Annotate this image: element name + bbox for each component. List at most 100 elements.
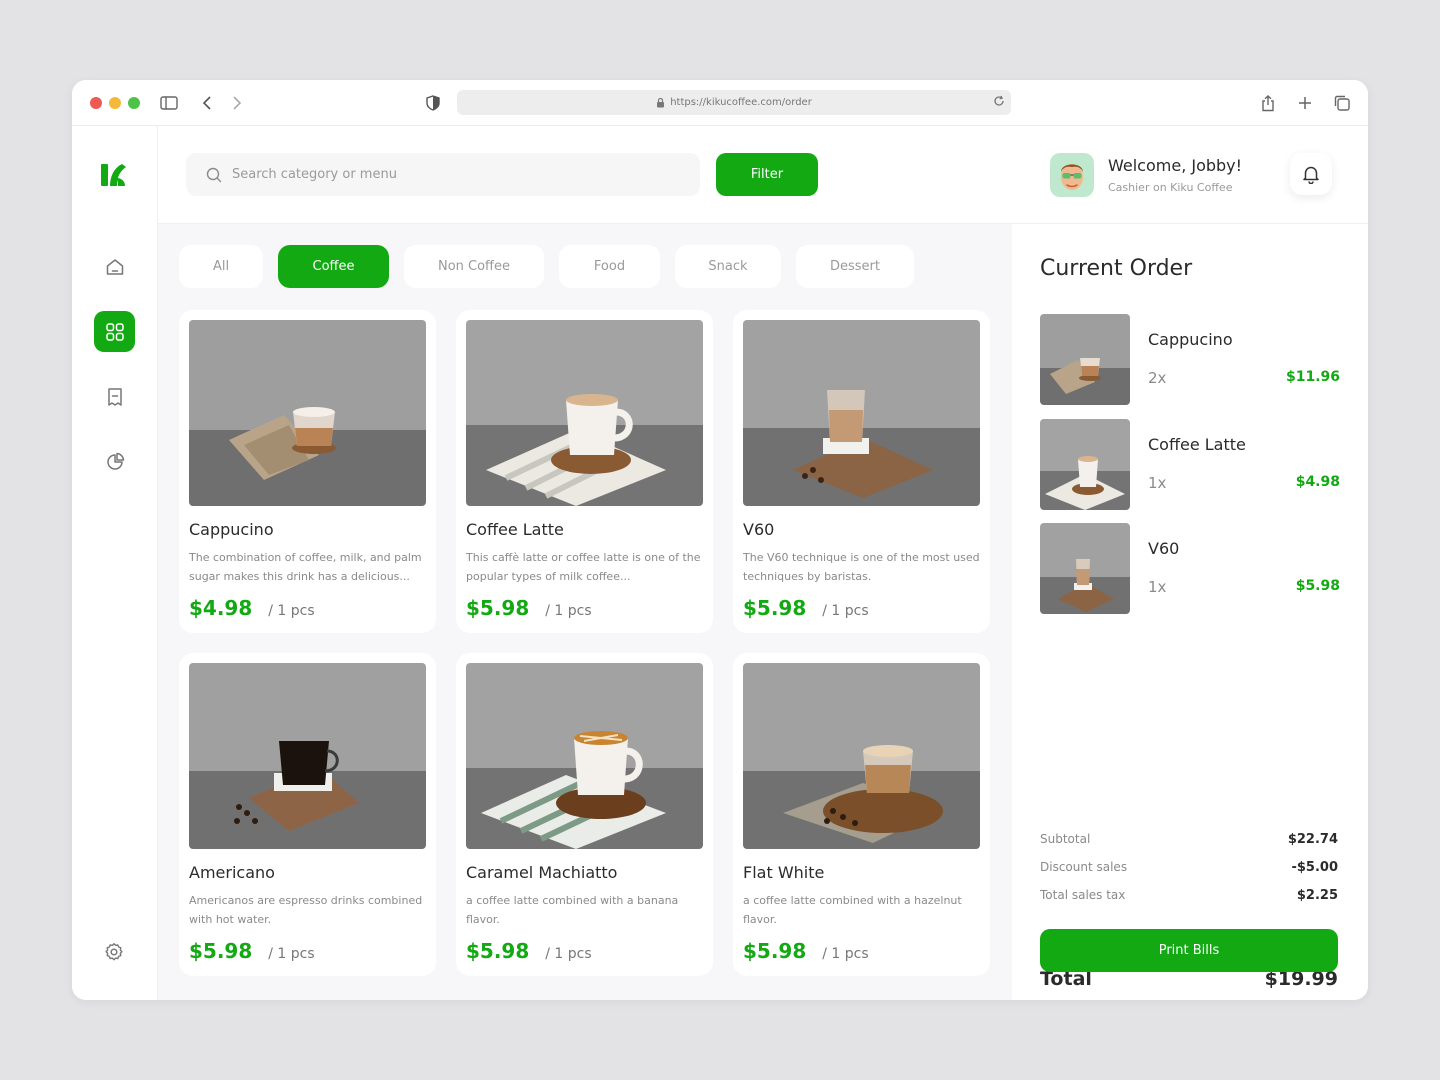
product-name: Americano bbox=[189, 863, 275, 882]
order-item[interactable]: V60 1x $5.98 bbox=[1040, 523, 1340, 615]
product-card[interactable]: Americano Americanos are espresso drinks… bbox=[179, 653, 436, 976]
nav-reports[interactable] bbox=[94, 441, 135, 482]
user-profile[interactable]: Welcome, Jobby! Cashier on Kiku Coffee bbox=[1050, 153, 1242, 197]
search-bar[interactable] bbox=[186, 153, 700, 196]
product-card[interactable]: V60 The V60 technique is one of the most… bbox=[733, 310, 990, 633]
order-item-thumbnail bbox=[1040, 419, 1130, 510]
order-item-thumbnail bbox=[1040, 523, 1130, 614]
share-icon[interactable] bbox=[1258, 93, 1278, 113]
product-card[interactable]: Flat White a coffee latte combined with … bbox=[733, 653, 990, 976]
minimize-window-button[interactable] bbox=[109, 97, 121, 109]
tab-dessert[interactable]: Dessert bbox=[796, 245, 914, 288]
product-card[interactable]: Cappucino The combination of coffee, mil… bbox=[179, 310, 436, 633]
current-order-panel: Current Order Cappucino 2x $11.96 Coffee… bbox=[1012, 224, 1368, 1000]
product-card[interactable]: Caramel Machiatto a coffee latte combine… bbox=[456, 653, 713, 976]
lock-icon bbox=[656, 97, 665, 108]
order-item-price: $4.98 bbox=[1295, 474, 1340, 490]
product-description: This caffè latte or coffee latte is one … bbox=[466, 551, 701, 583]
top-bar: Filter Welcome, Jobby! Cashier on Kiku C… bbox=[158, 126, 1368, 224]
product-name: Cappucino bbox=[189, 520, 274, 539]
product-description: The combination of coffee, milk, and pal… bbox=[189, 551, 422, 583]
order-item[interactable]: Coffee Latte 1x $4.98 bbox=[1040, 419, 1340, 511]
product-price: $4.98 bbox=[189, 596, 253, 620]
settings-button[interactable] bbox=[104, 942, 124, 966]
pie-chart-icon bbox=[106, 452, 124, 470]
address-bar[interactable]: https://kikucoffee.com/order bbox=[457, 90, 1011, 115]
tab-non-coffee[interactable]: Non Coffee bbox=[404, 245, 544, 288]
welcome-text: Welcome, Jobby! bbox=[1108, 156, 1243, 175]
forward-icon[interactable] bbox=[227, 93, 247, 113]
product-price: $5.98 bbox=[466, 939, 530, 963]
product-unit: / 1 pcs bbox=[545, 603, 592, 619]
product-photo bbox=[189, 663, 426, 849]
tax-row: Total sales tax $2.25 bbox=[1040, 888, 1338, 903]
product-photo bbox=[743, 663, 980, 849]
product-price: $5.98 bbox=[743, 939, 807, 963]
bell-icon bbox=[1303, 166, 1319, 184]
product-photo bbox=[466, 663, 703, 849]
print-bills-button[interactable]: Print Bills bbox=[1040, 929, 1338, 972]
product-price: $5.98 bbox=[743, 596, 807, 620]
subtotal-label: Subtotal bbox=[1040, 832, 1091, 846]
tab-snack[interactable]: Snack bbox=[675, 245, 781, 288]
order-item[interactable]: Cappucino 2x $11.96 bbox=[1040, 314, 1340, 406]
order-item-quantity: 2x bbox=[1148, 369, 1167, 387]
search-input[interactable] bbox=[232, 167, 672, 182]
order-item-name: Cappucino bbox=[1148, 330, 1233, 349]
order-item-price: $5.98 bbox=[1295, 578, 1340, 594]
product-unit: / 1 pcs bbox=[822, 946, 869, 962]
price-row: $5.98 / 1 pcs bbox=[189, 939, 426, 963]
subtotal-row: Subtotal $22.74 bbox=[1040, 832, 1338, 847]
price-row: $5.98 / 1 pcs bbox=[466, 939, 703, 963]
maximize-window-button[interactable] bbox=[128, 97, 140, 109]
product-grid: Cappucino The combination of coffee, mil… bbox=[179, 310, 990, 976]
gear-icon bbox=[105, 943, 123, 961]
tax-label: Total sales tax bbox=[1040, 888, 1126, 902]
close-window-button[interactable] bbox=[90, 97, 102, 109]
product-description: Americanos are espresso drinks combined … bbox=[189, 894, 423, 926]
category-tabs: All Coffee Non Coffee Food Snack Dessert bbox=[179, 245, 914, 288]
browser-window: https://kikucoffee.com/order Search cate… bbox=[72, 80, 1368, 1000]
product-unit: / 1 pcs bbox=[822, 603, 869, 619]
product-unit: / 1 pcs bbox=[268, 946, 315, 962]
notification-button[interactable] bbox=[1290, 153, 1332, 195]
product-unit: / 1 pcs bbox=[268, 603, 315, 619]
product-name: V60 bbox=[743, 520, 775, 539]
tab-all[interactable]: All bbox=[179, 245, 263, 288]
tab-coffee[interactable]: Coffee bbox=[278, 245, 389, 288]
price-row: $4.98 / 1 pcs bbox=[189, 596, 426, 620]
discount-row: Discount sales -$5.00 bbox=[1040, 860, 1338, 875]
tax-value: $2.25 bbox=[1296, 888, 1338, 903]
reload-icon[interactable] bbox=[993, 95, 1005, 107]
home-icon bbox=[106, 258, 123, 275]
search-icon bbox=[206, 167, 222, 182]
avatar[interactable] bbox=[1050, 153, 1094, 197]
product-card[interactable]: Coffee Latte This caffè latte or coffee … bbox=[456, 310, 713, 633]
filter-button[interactable]: Filter bbox=[716, 153, 818, 196]
nav-bills[interactable] bbox=[94, 376, 135, 417]
nav-menu[interactable] bbox=[94, 311, 135, 352]
nav-home[interactable] bbox=[94, 246, 135, 287]
kiku-logo[interactable] bbox=[100, 160, 128, 190]
product-description: a coffee latte combined with a hazelnut … bbox=[743, 894, 962, 926]
browser-toolbar: https://kikucoffee.com/order bbox=[72, 80, 1368, 126]
user-role: Cashier on Kiku Coffee bbox=[1108, 181, 1233, 194]
product-price: $5.98 bbox=[189, 939, 253, 963]
product-name: Coffee Latte bbox=[466, 520, 564, 539]
grid-icon bbox=[105, 322, 124, 341]
order-item-price: $11.96 bbox=[1285, 369, 1340, 385]
sidebar bbox=[72, 126, 158, 1000]
order-item-quantity: 1x bbox=[1148, 578, 1167, 596]
sidebar-toggle-icon[interactable] bbox=[159, 93, 179, 113]
product-price: $5.98 bbox=[466, 596, 530, 620]
order-item-thumbnail bbox=[1040, 314, 1130, 405]
new-tab-icon[interactable] bbox=[1295, 93, 1315, 113]
receipt-icon bbox=[107, 387, 122, 406]
privacy-shield-icon[interactable] bbox=[423, 93, 443, 113]
tab-overview-icon[interactable] bbox=[1332, 93, 1352, 113]
order-title: Current Order bbox=[1040, 256, 1193, 281]
subtotal-value: $22.74 bbox=[1287, 832, 1338, 847]
product-photo bbox=[466, 320, 703, 506]
tab-food[interactable]: Food bbox=[559, 245, 660, 288]
back-icon[interactable] bbox=[197, 93, 217, 113]
